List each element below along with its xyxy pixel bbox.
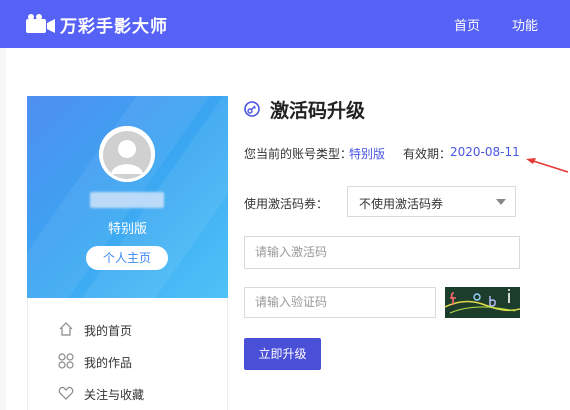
heart-icon bbox=[58, 386, 74, 400]
coupon-selected-value: 不使用激活码券 bbox=[359, 197, 444, 211]
default-avatar-icon bbox=[99, 126, 155, 182]
page-title: 激活码升级 bbox=[270, 100, 366, 122]
activation-code-input[interactable]: 请输入激活码 bbox=[244, 236, 520, 269]
account-type-value: 特别版 bbox=[349, 147, 386, 161]
expiry-label: 有效期： bbox=[403, 147, 452, 161]
expiry-value: 2020-08-11 bbox=[450, 145, 520, 159]
sidebar-item-label: 关注与收藏 bbox=[84, 388, 145, 402]
home-icon bbox=[59, 322, 73, 336]
username-blurred bbox=[90, 192, 164, 208]
captcha-input[interactable]: 请输入验证码 bbox=[244, 287, 436, 318]
avatar[interactable] bbox=[99, 126, 155, 182]
coupon-label: 使用激活码券： bbox=[244, 197, 329, 211]
personal-homepage-button[interactable]: 个人主页 bbox=[86, 246, 168, 270]
sidebar-item-label: 我的首页 bbox=[84, 324, 133, 338]
key-circle-icon bbox=[244, 101, 260, 117]
top-navbar: 万彩手影大师 首页 功能 bbox=[0, 0, 570, 48]
coupon-select[interactable]: 不使用激活码券 bbox=[347, 186, 516, 217]
captcha-glyphs-icon bbox=[445, 287, 520, 318]
captcha-image[interactable] bbox=[445, 287, 520, 318]
works-grid-icon bbox=[58, 353, 74, 369]
nav-home[interactable]: 首页 bbox=[454, 15, 480, 34]
upgrade-now-button[interactable]: 立即升级 bbox=[244, 338, 321, 370]
nav-features[interactable]: 功能 bbox=[512, 15, 538, 34]
profile-card: 特别版 个人主页 bbox=[27, 96, 228, 298]
account-type-label: 您当前的账号类型： bbox=[244, 147, 353, 161]
annotation-arrow-icon bbox=[526, 158, 569, 173]
camera-logo-icon bbox=[26, 14, 55, 33]
sidebar-item-label: 我的作品 bbox=[84, 356, 133, 370]
sidebar-menu: 我的首页 我的作品 关注与收藏 bbox=[27, 298, 228, 410]
account-level: 特别版 bbox=[107, 222, 147, 237]
brand-name[interactable]: 万彩手影大师 bbox=[60, 12, 168, 37]
chevron-down-icon bbox=[496, 199, 506, 205]
